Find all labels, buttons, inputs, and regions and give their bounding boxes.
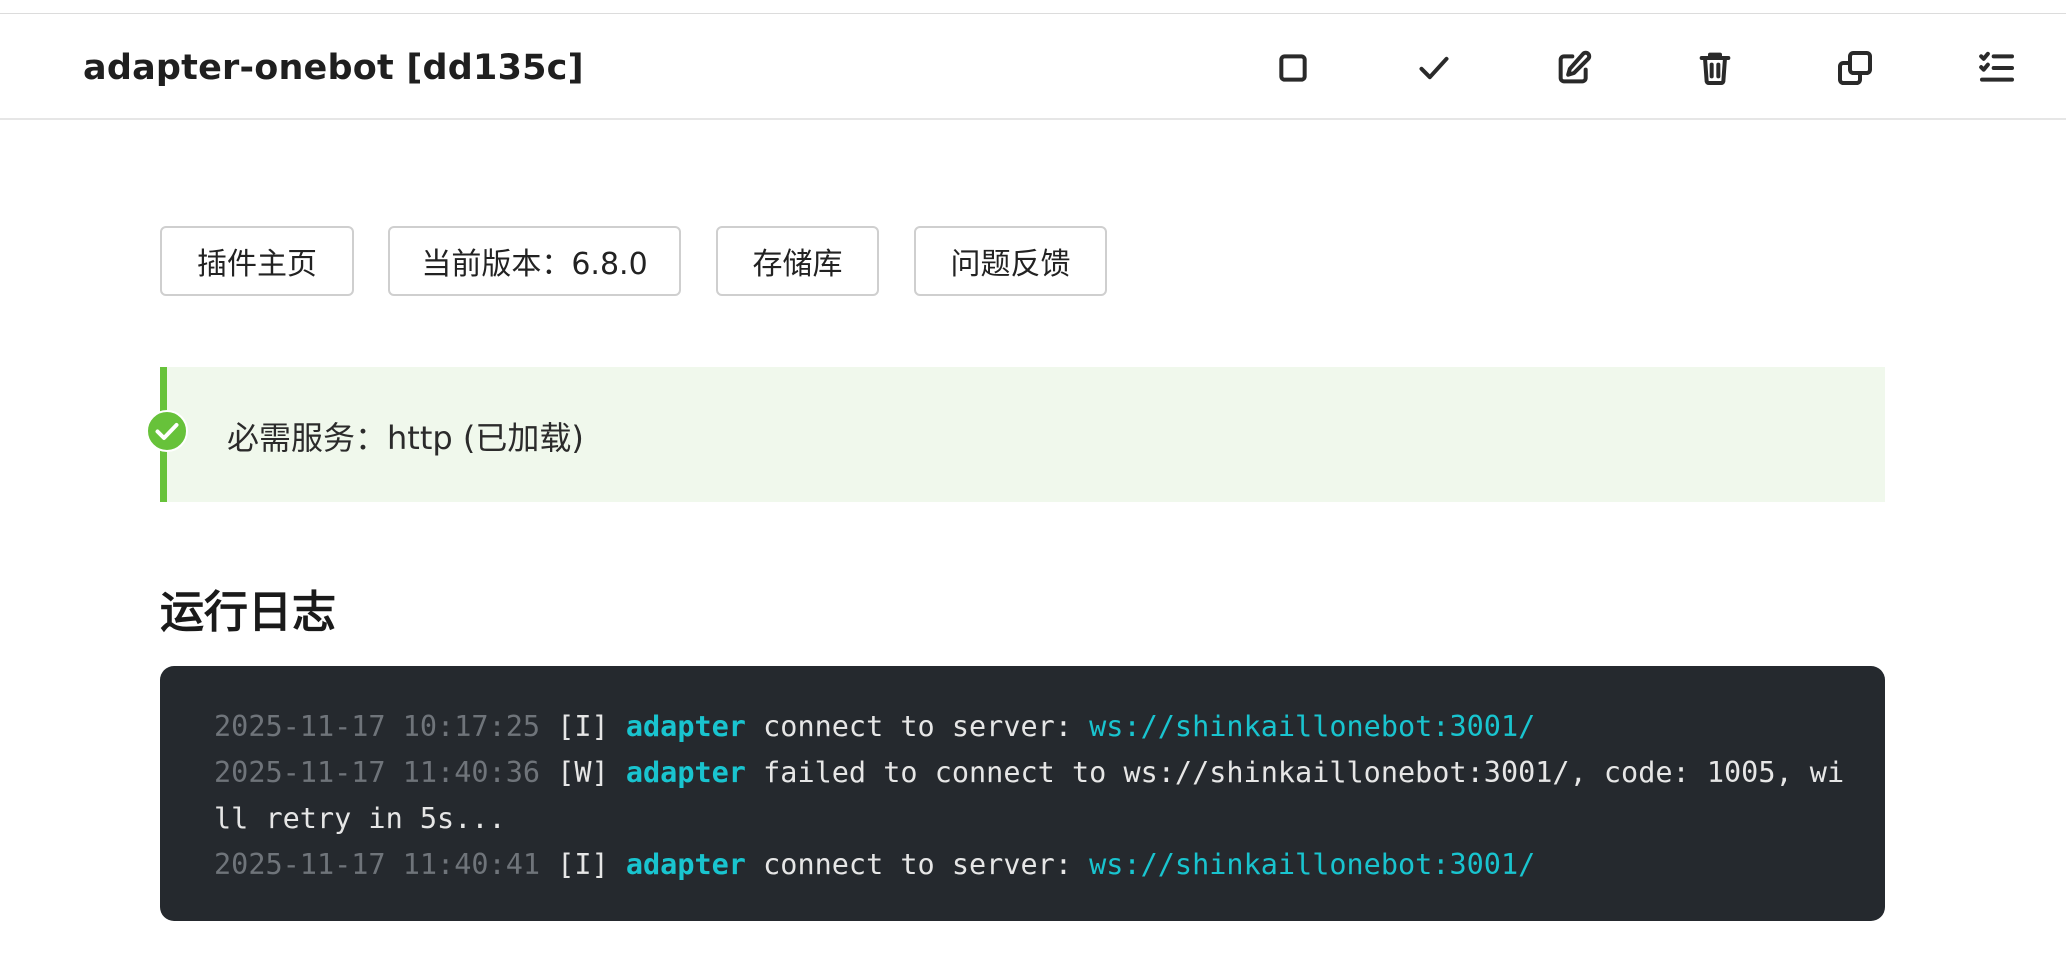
- log-timestamp: 2025-11-17 10:17:25: [214, 710, 541, 743]
- checklist-button[interactable]: [1969, 40, 2025, 96]
- apply-button[interactable]: [1406, 40, 1462, 96]
- feedback-button[interactable]: 问题反馈: [914, 226, 1107, 296]
- log-source: adapter: [625, 848, 746, 881]
- log-source: adapter: [625, 710, 746, 743]
- homepage-button[interactable]: 插件主页: [160, 226, 354, 296]
- log-url: ws://shinkaillonebot:3001/: [1089, 848, 1536, 881]
- copy-button[interactable]: [1827, 40, 1883, 96]
- edit-button[interactable]: [1546, 40, 1602, 96]
- toggle-button[interactable]: [1265, 40, 1321, 96]
- checklist-icon: [1979, 51, 2014, 82]
- copy-icon: [1838, 51, 1872, 85]
- log-line-continuation: ll retry in 5s...: [214, 796, 1831, 842]
- log-source: adapter: [625, 756, 746, 789]
- log-panel[interactable]: 2025-11-17 10:17:25 [I] adapter connect …: [160, 666, 1885, 921]
- log-level: [I]: [557, 710, 609, 743]
- log-line: 2025-11-17 10:17:25 [I] adapter connect …: [214, 704, 1831, 750]
- log-message: failed to connect to ws://shinkaillonebo…: [763, 756, 1845, 789]
- log-level: [I]: [557, 848, 609, 881]
- log-timestamp: 2025-11-17 11:40:36: [214, 756, 541, 789]
- delete-button[interactable]: [1687, 40, 1743, 96]
- log-level: [W]: [557, 756, 609, 789]
- log-url: ws://shinkaillonebot:3001/: [1089, 710, 1536, 743]
- log-line: 2025-11-17 11:40:41 [I] adapter connect …: [214, 842, 1831, 888]
- check-icon: [1419, 56, 1449, 80]
- required-service-text: 必需服务：http (已加载): [227, 419, 584, 457]
- square-icon: [1279, 54, 1307, 82]
- plugin-header: adapter-onebot [dd135c]: [0, 14, 2066, 120]
- trash-icon: [1699, 52, 1731, 85]
- version-button[interactable]: 当前版本：6.8.0: [388, 226, 681, 296]
- log-timestamp: 2025-11-17 11:40:41: [214, 848, 541, 881]
- log-section-title: 运行日志: [160, 587, 336, 638]
- log-message: ll retry in 5s...: [214, 802, 506, 835]
- plugin-title: adapter-onebot [dd135c]: [83, 48, 584, 88]
- required-service-notice: 必需服务：http (已加载): [146, 367, 1885, 502]
- log-message: connect to server:: [763, 848, 1090, 881]
- log-line: 2025-11-17 11:40:36 [W] adapter failed t…: [214, 750, 1844, 796]
- edit-icon: [1558, 50, 1592, 84]
- repository-button[interactable]: 存储库: [716, 226, 879, 296]
- log-message: connect to server:: [763, 710, 1090, 743]
- check-circle-icon: [146, 410, 188, 452]
